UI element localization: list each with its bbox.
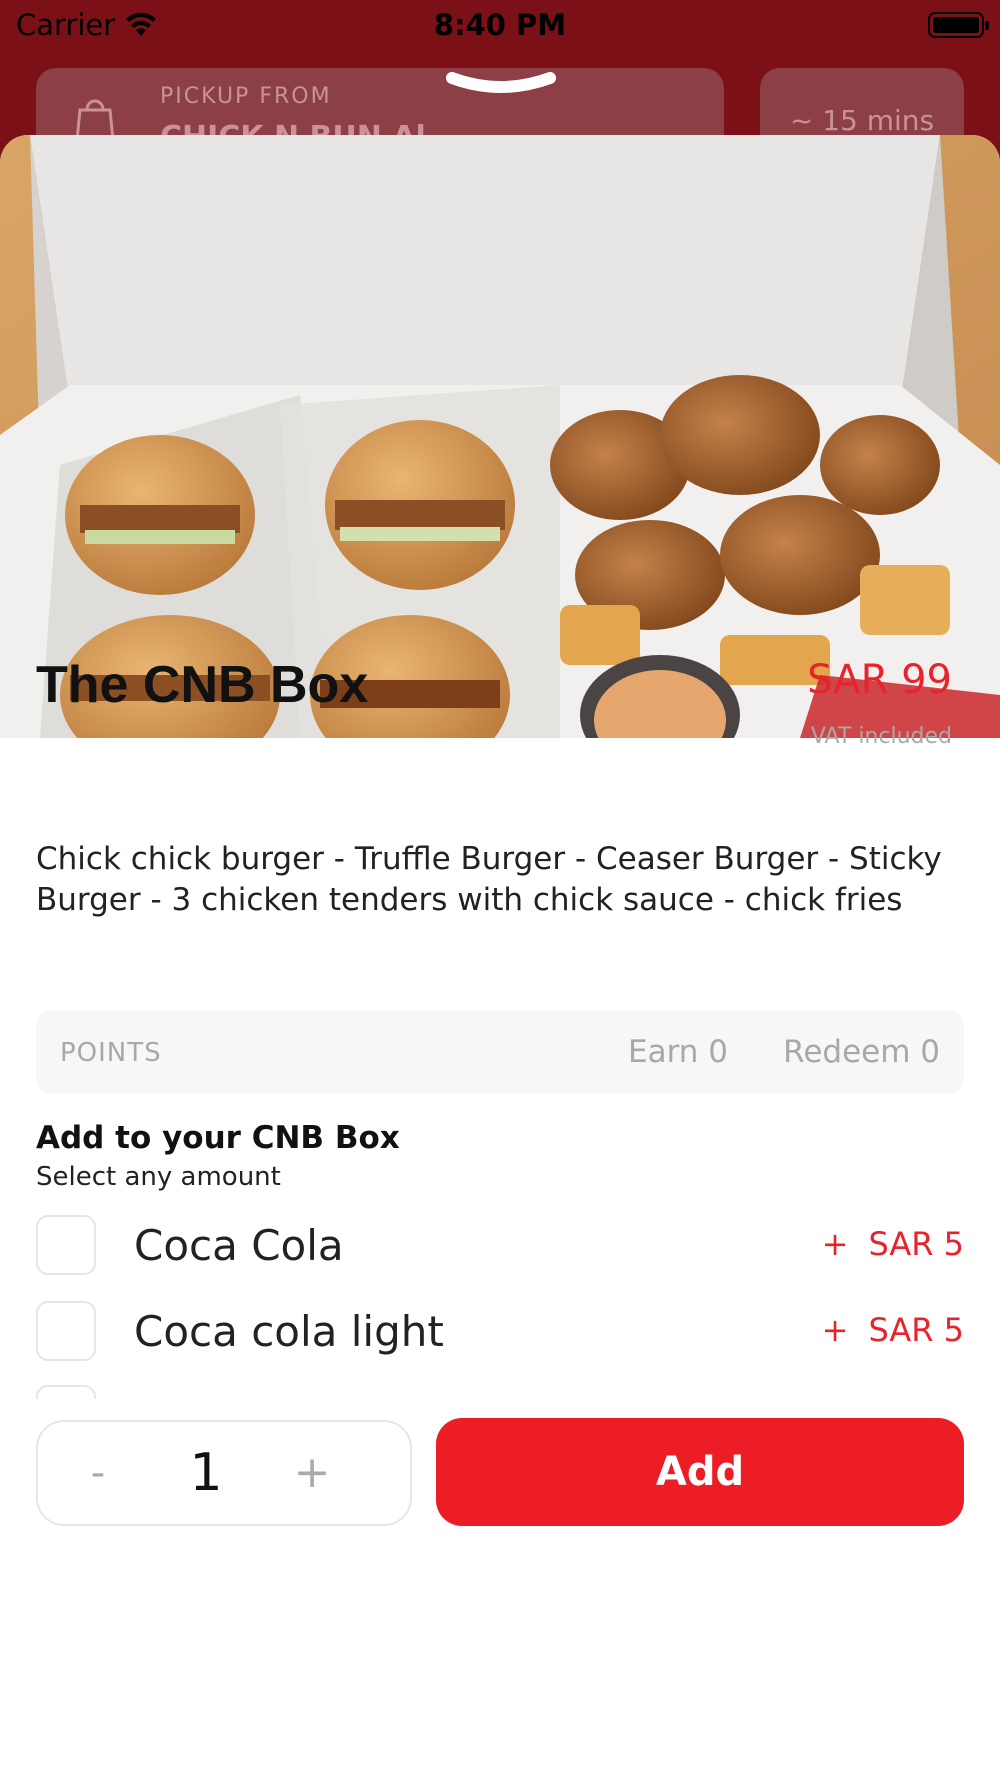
quantity-stepper: - 1 + — [36, 1420, 412, 1526]
addons-subheading: Select any amount — [36, 1162, 281, 1192]
addon-price-value: SAR 5 — [868, 1225, 964, 1263]
addons-heading: Add to your CNB Box — [36, 1120, 400, 1156]
increase-quantity-button[interactable]: + — [282, 1440, 342, 1506]
product-price: SAR 99 — [807, 657, 952, 703]
chevron-down-icon[interactable] — [446, 72, 556, 106]
time-estimate: ~ 15 mins — [789, 104, 935, 137]
addon-name: Coca cola light — [134, 1307, 444, 1356]
addon-price: + SAR 5 — [822, 1225, 964, 1263]
points-redeem: Redeem 0 — [783, 1034, 940, 1070]
food-photo — [0, 135, 1000, 738]
addon-option[interactable]: Coca cola light + SAR 5 — [36, 1299, 964, 1363]
addon-checkbox-partial[interactable] — [36, 1385, 96, 1399]
addon-option[interactable]: Coca Cola + SAR 5 — [36, 1213, 964, 1277]
addon-checkbox[interactable] — [36, 1301, 96, 1361]
vat-note: VAT included — [810, 724, 952, 749]
points-panel: POINTS Earn 0 Redeem 0 — [36, 1010, 964, 1094]
points-label: POINTS — [60, 1038, 162, 1068]
addon-price: + SAR 5 — [822, 1311, 964, 1349]
status-bar: Carrier 8:40 PM — [0, 0, 1000, 50]
add-to-cart-button[interactable]: Add — [436, 1418, 964, 1526]
addon-name: Coca Cola — [134, 1221, 344, 1270]
decrease-quantity-button[interactable]: - — [68, 1440, 128, 1506]
product-description: Chick chick burger - Truffle Burger - Ce… — [36, 841, 942, 918]
product-title: The CNB Box — [36, 656, 369, 714]
addon-checkbox[interactable] — [36, 1215, 96, 1275]
plus-sign: + — [821, 1311, 849, 1349]
points-earn: Earn 0 — [627, 1034, 728, 1070]
quantity-value: 1 — [189, 1443, 223, 1503]
battery-icon — [928, 12, 989, 38]
pickup-label: PICKUP FROM — [160, 84, 332, 109]
plus-sign: + — [821, 1225, 849, 1263]
clock: 8:40 PM — [433, 8, 567, 42]
addon-price-value: SAR 5 — [868, 1311, 964, 1349]
